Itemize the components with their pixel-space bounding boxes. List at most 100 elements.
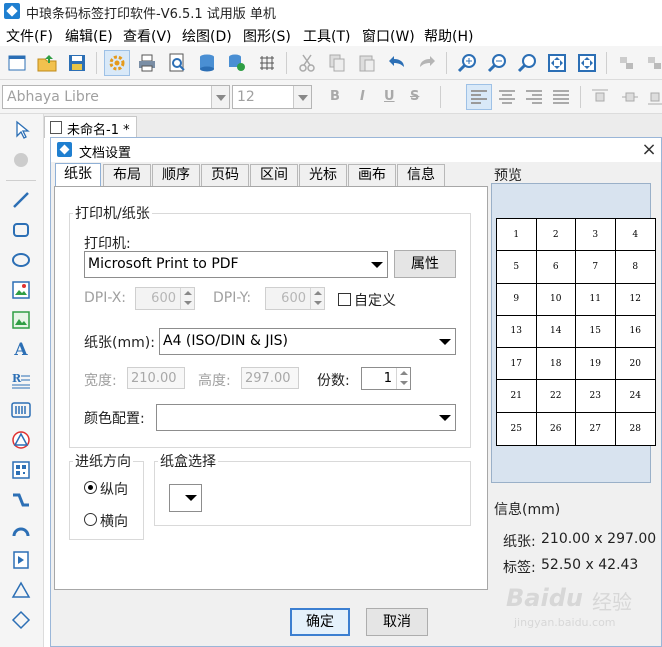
tab-cursor[interactable]: 光标 — [299, 164, 347, 186]
tab-paper[interactable]: 纸张 — [55, 163, 101, 187]
tab-range[interactable]: 区间 — [250, 164, 298, 186]
document-tab[interactable]: 未命名-1 * — [44, 116, 137, 138]
menu-shape[interactable]: 图形(S) — [243, 26, 291, 46]
vertical-align-top-icon[interactable] — [590, 87, 610, 107]
cut-icon[interactable] — [296, 52, 318, 74]
diamond-tool-icon[interactable] — [9, 608, 33, 632]
menu-window[interactable]: 窗口(W) — [362, 26, 415, 46]
redo-icon[interactable] — [416, 52, 438, 74]
menu-tools[interactable]: 工具(T) — [303, 26, 350, 46]
image-tool-icon[interactable] — [9, 278, 33, 302]
curve-tool-icon[interactable] — [9, 488, 33, 512]
barcode-tool-icon[interactable] — [9, 398, 33, 422]
line-tool-icon[interactable] — [9, 188, 33, 212]
menu-view[interactable]: 查看(V) — [123, 26, 172, 46]
tab-page-number[interactable]: 页码 — [201, 164, 249, 186]
text-tool-icon[interactable]: A — [9, 338, 33, 362]
document-icon — [50, 121, 62, 134]
rectangle-tool-icon[interactable] — [9, 218, 33, 242]
group-objects-icon[interactable] — [644, 52, 662, 74]
save-icon[interactable] — [66, 52, 88, 74]
preview-cell: 1 — [497, 219, 537, 252]
fit-width-icon[interactable] — [576, 52, 598, 74]
database-settings-icon[interactable] — [226, 52, 248, 74]
tab-canvas[interactable]: 画布 — [348, 164, 396, 186]
preview-cell: 2 — [536, 219, 576, 252]
cancel-button[interactable]: 取消 — [366, 608, 428, 636]
qrcode-tool-icon[interactable] — [9, 458, 33, 482]
tab-layout[interactable]: 布局 — [103, 164, 151, 186]
bold-button[interactable]: B — [330, 89, 340, 104]
align-justify-icon[interactable] — [551, 87, 571, 107]
chevron-down-icon[interactable] — [367, 252, 387, 277]
new-window-icon[interactable] — [6, 52, 28, 74]
undo-icon[interactable] — [386, 52, 408, 74]
pointer-icon[interactable] — [9, 118, 33, 142]
menu-edit[interactable]: 编辑(E) — [65, 26, 113, 46]
menu-draw[interactable]: 绘图(D) — [182, 26, 232, 46]
printer-properties-button[interactable]: 属性 — [394, 250, 456, 278]
align-right-icon[interactable] — [524, 87, 544, 107]
font-name-select[interactable]: Abhaya Libre — [2, 85, 230, 109]
dpix-spinner-icon[interactable] — [180, 288, 194, 309]
menu-file[interactable]: 文件(F) — [6, 26, 53, 46]
copies-spinner-icon[interactable] — [396, 368, 410, 389]
toolbar-separator — [446, 52, 447, 74]
polygon-tool-icon[interactable] — [9, 428, 33, 452]
paper-height-input[interactable]: 297.00 — [241, 367, 299, 389]
dpix-input[interactable]: 600 — [135, 287, 195, 310]
chevron-down-icon[interactable] — [293, 86, 311, 108]
align-left-icon[interactable] — [466, 84, 492, 110]
zoom-out-icon[interactable] — [486, 52, 508, 74]
tab-info[interactable]: 信息 — [397, 164, 445, 186]
paper-size-select[interactable]: A4 (ISO/DIN & JIS) — [159, 328, 456, 355]
landscape-radio[interactable] — [84, 513, 97, 526]
chevron-down-icon[interactable] — [435, 329, 455, 354]
copy-icon[interactable] — [326, 52, 348, 74]
custom-dpi-checkbox[interactable] — [338, 293, 351, 306]
fit-page-icon[interactable] — [546, 52, 568, 74]
print-preview-icon[interactable] — [166, 52, 188, 74]
print-icon[interactable] — [136, 52, 158, 74]
portrait-radio[interactable] — [84, 481, 97, 494]
dpiy-spinner-icon[interactable] — [310, 288, 324, 309]
rich-text-tool-icon[interactable]: R — [9, 368, 33, 392]
printer-select[interactable]: Microsoft Print to PDF — [84, 251, 388, 278]
chevron-down-icon[interactable] — [211, 86, 229, 108]
settings-gear-icon[interactable] — [104, 50, 130, 76]
zoom-actual-icon[interactable] — [516, 52, 538, 74]
chevron-down-icon[interactable] — [435, 405, 455, 430]
tab-order[interactable]: 顺序 — [152, 164, 200, 186]
arc-tool-icon[interactable] — [9, 518, 33, 542]
paper-tray-select[interactable] — [169, 484, 202, 512]
close-icon[interactable]: × — [639, 140, 659, 160]
align-center-icon[interactable] — [497, 87, 517, 107]
chevron-down-icon[interactable] — [181, 485, 201, 511]
vertical-align-bottom-icon[interactable] — [648, 87, 662, 107]
italic-button[interactable]: I — [360, 89, 365, 104]
paper-width-input[interactable]: 210.00 — [127, 367, 185, 389]
dialog-title: 文档设置 — [79, 146, 132, 161]
preview-cell: 12 — [615, 284, 655, 316]
dpiy-input[interactable]: 600 — [265, 287, 325, 310]
zoom-in-icon[interactable] — [456, 52, 478, 74]
font-size-select[interactable]: 12 — [232, 85, 312, 109]
open-folder-icon[interactable] — [36, 52, 58, 74]
underline-button[interactable]: U — [384, 89, 395, 104]
paste-icon[interactable] — [356, 52, 378, 74]
align-objects-icon[interactable] — [616, 52, 638, 74]
database-icon[interactable] — [196, 52, 218, 74]
menu-help[interactable]: 帮助(H) — [424, 26, 473, 46]
strikethrough-button[interactable]: S — [410, 89, 419, 104]
vertical-align-middle-icon[interactable] — [620, 87, 640, 107]
triangle-tool-icon[interactable] — [9, 578, 33, 602]
flag-tool-icon[interactable] — [9, 548, 33, 572]
ellipse-tool-icon[interactable] — [9, 248, 33, 272]
pan-hand-icon[interactable] — [9, 148, 33, 172]
ok-button[interactable]: 确定 — [290, 608, 350, 636]
copies-input[interactable]: 1 — [361, 367, 411, 390]
grid-icon[interactable] — [256, 52, 278, 74]
color-profile-select[interactable] — [156, 404, 456, 431]
picture-tool-icon[interactable] — [9, 308, 33, 332]
toolbar-separator — [286, 52, 287, 74]
